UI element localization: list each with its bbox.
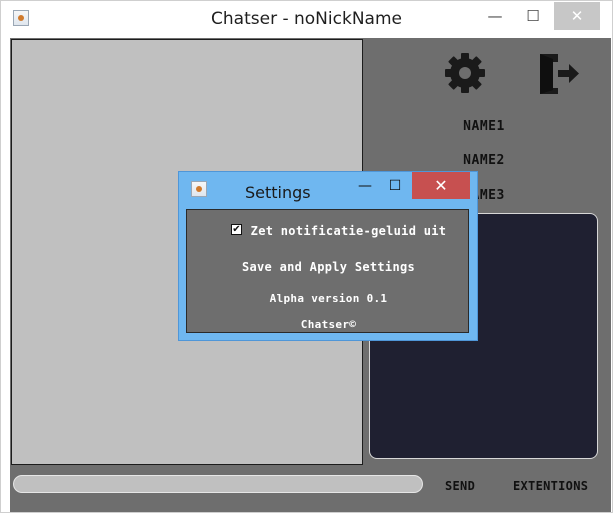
title-bar[interactable]: Chatser - noNickName — ☐ ✕ (1, 1, 612, 37)
minimize-button[interactable]: — (475, 2, 515, 30)
settings-dialog-title: Settings (245, 183, 311, 202)
version-text: Alpha version 0.1 (269, 292, 388, 305)
settings-dialog: Settings — ☐ ✕ ✔ Zet notificatie-geluid … (178, 171, 478, 341)
maximize-button[interactable]: ☐ (513, 2, 553, 30)
dialog-minimize-button[interactable]: — (351, 172, 379, 199)
java-app-icon (191, 181, 207, 197)
extentions-button[interactable]: EXTENTIONS (513, 479, 588, 493)
message-input[interactable] (13, 475, 423, 493)
settings-content: ✔ Zet notificatie-geluid uit Save and Ap… (186, 209, 469, 333)
user-name-2[interactable]: NAME2 (424, 153, 544, 168)
user-name-1[interactable]: NAME1 (424, 119, 544, 134)
brand-text: Chatser© (300, 318, 357, 331)
notification-sound-label[interactable]: Zet notificatie-geluid uit (207, 224, 490, 238)
exit-icon[interactable] (536, 50, 582, 96)
send-button[interactable]: SEND (445, 479, 475, 493)
close-button[interactable]: ✕ (554, 2, 600, 30)
gear-icon[interactable] (442, 50, 488, 96)
dialog-close-button[interactable]: ✕ (412, 172, 470, 199)
dialog-maximize-button[interactable]: ☐ (380, 172, 410, 199)
save-apply-button[interactable]: Save and Apply Settings (187, 260, 470, 274)
